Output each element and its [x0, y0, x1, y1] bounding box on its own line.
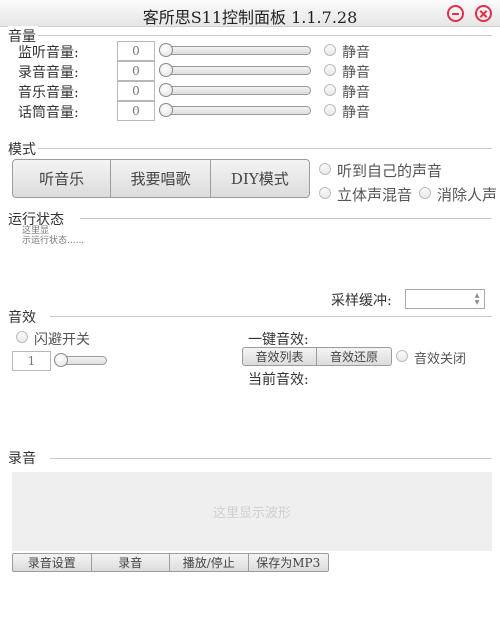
stereo-mix-radio[interactable] — [319, 187, 331, 199]
monitor-mute-label: 静音 — [342, 45, 370, 61]
music-mute-radio[interactable] — [324, 84, 336, 96]
effect-off-radio[interactable] — [396, 350, 408, 362]
record-mute-label: 静音 — [342, 65, 370, 81]
one-key-effect-label: 一键音效: — [248, 332, 309, 348]
record-settings-button[interactable]: 录音设置 — [13, 554, 92, 571]
effect-off-label: 音效关闭 — [414, 352, 467, 367]
recording-section-title: 录音 — [8, 448, 38, 468]
slider-knob[interactable] — [159, 103, 173, 117]
sing-button[interactable]: 我要唱歌 — [111, 160, 211, 197]
dodge-slider[interactable] — [54, 353, 107, 367]
effect-restore-button[interactable]: 音效还原 — [317, 348, 391, 365]
mode-section-title: 模式 — [8, 139, 38, 159]
listen-music-button[interactable]: 听音乐 — [13, 160, 112, 197]
sample-buffer-spinbox[interactable]: ▲ ▼ — [405, 289, 485, 309]
slider-knob[interactable] — [54, 353, 68, 367]
volume-divider — [8, 35, 492, 36]
effect-list-button[interactable]: 音效列表 — [243, 348, 317, 365]
waveform-area: 这里显示波形 — [12, 472, 492, 551]
remove-vocals-label: 消除人声 — [437, 186, 498, 204]
mode-button-group: 听音乐 我要唱歌 DIY模式 — [12, 159, 310, 198]
effects-divider — [50, 316, 492, 317]
dodge-toggle-label: 闪避开关 — [34, 332, 90, 348]
mic-mute-label: 静音 — [342, 105, 370, 121]
minus-circle-icon[interactable] — [447, 5, 464, 22]
music-volume-label: 音乐音量: — [18, 85, 79, 101]
stereo-mix-label: 立体声混音 — [337, 186, 413, 204]
recording-button-group: 录音设置 录音 播放/停止 保存为MP3 — [12, 553, 329, 572]
diy-mode-button[interactable]: DIY模式 — [211, 160, 309, 197]
record-volume-label: 录音音量: — [18, 65, 79, 81]
monitor-mute-radio[interactable] — [324, 44, 336, 56]
mic-volume-slider[interactable] — [159, 103, 311, 117]
record-button[interactable]: 录音 — [92, 554, 170, 571]
window-title: 客所思S11控制面板 1.1.7.28 — [142, 8, 358, 27]
x-circle-icon[interactable] — [475, 5, 492, 22]
mic-mute-radio[interactable] — [324, 104, 336, 116]
title-bar: 客所思S11控制面板 1.1.7.28 — [0, 0, 500, 27]
waveform-placeholder: 这里显示波形 — [212, 506, 291, 521]
status-text-line2: 示运行状态...... — [22, 236, 85, 246]
monitor-volume-slider[interactable] — [159, 43, 311, 57]
sample-buffer-label: 采样缓冲: — [331, 293, 392, 309]
slider-knob[interactable] — [159, 63, 173, 77]
dodge-value[interactable]: 1 — [12, 351, 51, 371]
spin-arrows-icon[interactable]: ▲ ▼ — [473, 292, 481, 306]
save-mp3-button[interactable]: 保存为MP3 — [249, 554, 328, 571]
record-mute-radio[interactable] — [324, 64, 336, 76]
mic-volume-value[interactable]: 0 — [117, 101, 155, 121]
music-volume-slider[interactable] — [159, 83, 311, 97]
play-stop-button[interactable]: 播放/停止 — [170, 554, 249, 571]
mode-divider — [8, 148, 492, 149]
slider-knob[interactable] — [159, 83, 173, 97]
effect-button-group: 音效列表 音效还原 — [242, 347, 392, 366]
status-divider — [80, 218, 492, 219]
record-volume-value[interactable]: 0 — [117, 61, 155, 81]
effects-section-title: 音效 — [8, 307, 38, 327]
recording-divider — [50, 458, 492, 459]
music-mute-label: 静音 — [342, 85, 370, 101]
hear-self-radio[interactable] — [319, 163, 331, 175]
monitor-volume-value[interactable]: 0 — [117, 41, 155, 61]
monitor-volume-label: 监听音量: — [18, 45, 79, 61]
record-volume-slider[interactable] — [159, 63, 311, 77]
status-text-line1: 这里显 — [22, 226, 50, 236]
remove-vocals-radio[interactable] — [419, 187, 431, 199]
current-effect-label: 当前音效: — [248, 372, 309, 388]
mic-volume-label: 话筒音量: — [18, 105, 79, 121]
dodge-toggle-radio[interactable] — [16, 331, 28, 343]
music-volume-value[interactable]: 0 — [117, 81, 155, 101]
hear-self-label: 听到自己的声音 — [337, 162, 443, 180]
slider-knob[interactable] — [159, 43, 173, 57]
